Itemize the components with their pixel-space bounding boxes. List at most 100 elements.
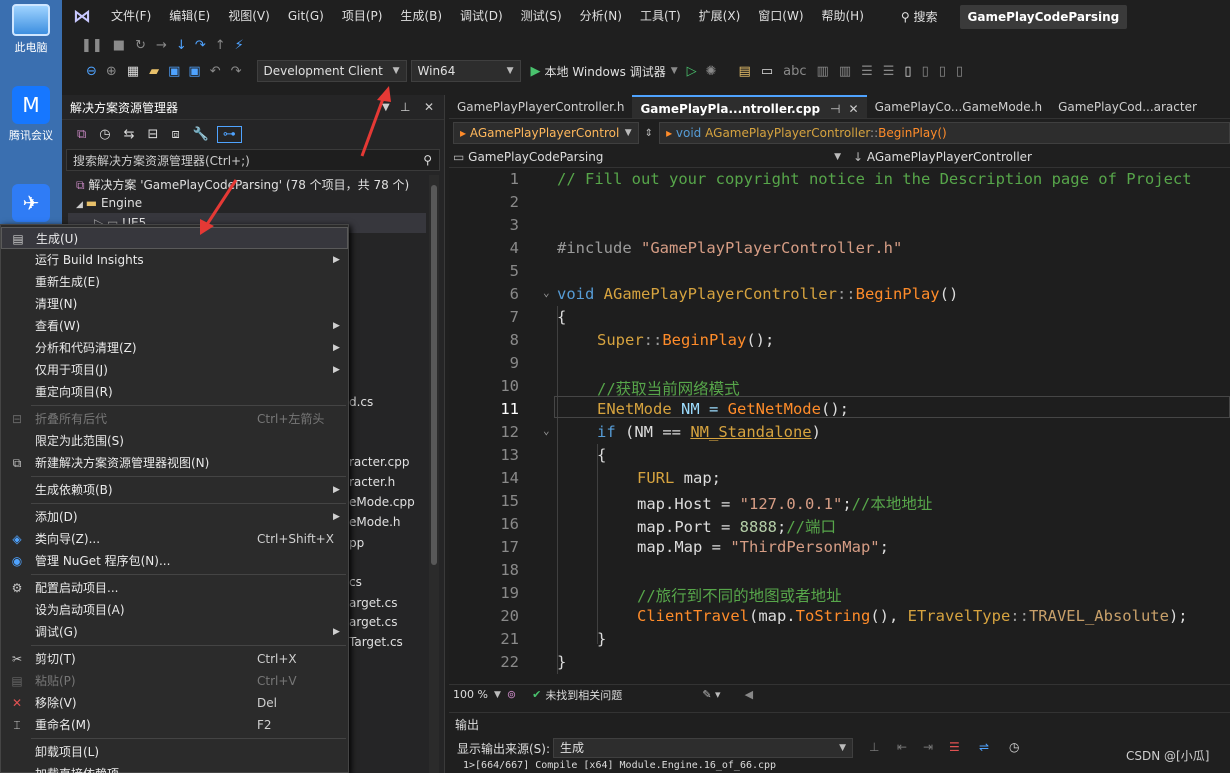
code-line-10: //获取当前网络模式 xyxy=(597,377,740,399)
line-number: 6 xyxy=(509,285,519,303)
word-wrap-icon[interactable]: ⇌ xyxy=(979,740,989,754)
scroll-left-icon[interactable]: ◀ xyxy=(745,688,753,701)
code-punct: } xyxy=(557,653,567,671)
line-number: 22 xyxy=(500,653,519,671)
code-line-22: } xyxy=(557,653,566,671)
class-icon: ▸ xyxy=(460,126,470,140)
indent-guide xyxy=(597,444,598,644)
code-type: AGamePlayPlayerController xyxy=(603,285,837,303)
tab-character[interactable]: GamePlayCod...aracter xyxy=(1050,95,1205,118)
tab-controller-cpp[interactable]: GamePlayPla...ntroller.cpp ⊣ ✕ xyxy=(632,95,867,118)
line-number: 1 xyxy=(509,170,519,188)
copilot-icon[interactable]: ⊚ xyxy=(507,688,516,701)
line-number: 14 xyxy=(500,469,519,487)
code-expr: (NM == xyxy=(615,423,691,441)
output-line: 1>[664/667] Compile [x64] Module.Engine.… xyxy=(463,760,777,771)
editor-tab-strip: GamePlayPlayerController.h GamePlayPla..… xyxy=(449,95,1230,119)
code-string: "ThirdPersonMap" xyxy=(730,538,880,556)
code-expr: map.Map = xyxy=(637,538,731,556)
scope-select[interactable]: ↓ AGamePlayPlayerController xyxy=(853,147,1223,167)
fold-icon[interactable]: ⌄ xyxy=(543,424,550,437)
code-function: ToString xyxy=(795,607,871,625)
code-punct: { xyxy=(557,308,567,326)
csdn-watermark: CSDN @[小瓜] xyxy=(1126,749,1210,763)
code-line-15: map.Host = "127.0.0.1";//本地地址 xyxy=(637,492,932,514)
arrowhead-config xyxy=(377,86,391,102)
code-scope: :: xyxy=(836,285,856,303)
code-line-6: void AGamePlayPlayerController::BeginPla… xyxy=(557,285,958,303)
fold-icon[interactable]: ⌄ xyxy=(543,286,550,299)
line-number: 10 xyxy=(500,377,519,395)
code-line-12: if (NM == NM_Standalone) xyxy=(597,423,821,441)
clear-all-icon[interactable]: ☰ xyxy=(949,740,960,754)
code-type: FURL xyxy=(637,469,675,487)
code-punct: ); xyxy=(1168,607,1188,625)
zoom-level[interactable]: 100 % xyxy=(453,688,488,701)
arrow-to-config xyxy=(360,95,386,157)
code-keyword: void xyxy=(557,285,595,303)
chevron-down-icon: ▼ xyxy=(624,128,632,138)
method-icon: ▸ xyxy=(666,126,676,140)
line-number: 4 xyxy=(509,239,519,257)
code-line-16: map.Port = 8888;//端口 xyxy=(637,515,836,537)
code-type: ETravelType xyxy=(907,607,1011,625)
member-class: AGamePlayPlayerController xyxy=(705,126,871,140)
chevron-down-icon[interactable]: ▼ xyxy=(494,690,501,700)
output-panel: 输出 显示输出来源(S): 生成 ▼ ⊥ ⇤ ⇥ ☰ ⇌ ◷ 1>[664/66… xyxy=(449,712,1230,773)
issues-status[interactable]: 未找到相关问题 xyxy=(545,687,622,703)
code-enum: TRAVEL_Absolute xyxy=(1028,607,1169,625)
line-number: 3 xyxy=(509,216,519,234)
editor-status-bar: 100 % ▼ ⊚ ✔ 未找到相关问题 ✎ ▾ ◀ xyxy=(449,684,1230,704)
member-sep: :: xyxy=(870,126,879,140)
code-punct: ) xyxy=(811,423,821,441)
code-enum: NM_Standalone xyxy=(690,423,812,441)
code-string: "GamePlayPlayerController.h" xyxy=(641,239,903,257)
class-navigator-select[interactable]: ▸ AGamePlayPlayerControl ▼ xyxy=(453,122,639,144)
code-string: "127.0.0.1" xyxy=(739,495,843,513)
code-line-21: } xyxy=(597,630,606,648)
project-icon: ▭ xyxy=(453,149,469,164)
code-punct: (); xyxy=(746,331,775,349)
pin-icon[interactable]: ⊣ xyxy=(830,102,840,116)
navigator-updown-icon[interactable]: ⇕ xyxy=(645,128,653,139)
output-source-label: 显示输出来源(S): xyxy=(457,742,551,756)
code-line-19: //旅行到不同的地图或者地址 xyxy=(637,584,842,606)
code-type: ENetMode xyxy=(597,400,672,418)
code-punct: () xyxy=(939,285,959,303)
output-source-select[interactable]: 生成 ▼ xyxy=(553,738,853,758)
code-line-20: ClientTravel(map.ToString(), ETravelType… xyxy=(637,607,1188,625)
tab-controller-h[interactable]: GamePlayPlayerController.h xyxy=(449,95,632,118)
code-editor[interactable]: 1 2 3 4 5 6 7 8 9 10 11 12 13 14 15 16 1… xyxy=(449,168,1230,684)
prev-message-icon[interactable]: ⇤ xyxy=(897,740,907,754)
code-line-4: #include "GamePlayPlayerController.h" xyxy=(557,239,902,257)
close-icon[interactable]: ✕ xyxy=(849,102,859,116)
member-navigator-select[interactable]: ▸ void AGamePlayPlayerController::BeginP… xyxy=(659,122,1230,144)
scope-bar: ▭ GamePlayCodeParsing ▼ ↓ AGamePlayPlaye… xyxy=(449,146,1230,168)
line-number: 21 xyxy=(500,630,519,648)
line-number: 15 xyxy=(500,492,519,510)
code-cleanup-icon[interactable]: ✎ ▾ xyxy=(702,688,720,701)
tab-gamemode-h[interactable]: GamePlayCo...GameMode.h xyxy=(867,95,1051,118)
find-message-icon[interactable]: ⊥ xyxy=(869,740,879,754)
line-number: 2 xyxy=(509,193,519,211)
code-scope: :: xyxy=(643,331,663,349)
code-comment: //获取当前网络模式 xyxy=(597,380,740,398)
code-expr: map.Port = xyxy=(637,518,740,536)
clock-icon[interactable]: ◷ xyxy=(1009,740,1019,754)
next-message-icon[interactable]: ⇥ xyxy=(923,740,933,754)
code-punct: (), xyxy=(870,607,908,625)
code-comment: //旅行到不同的地图或者地址 xyxy=(637,587,842,605)
code-type: Super xyxy=(597,331,644,349)
project-scope-select[interactable]: ▭ GamePlayCodeParsing ▼ xyxy=(453,147,847,167)
code-expr: map.Host = xyxy=(637,495,740,513)
line-number: 7 xyxy=(509,308,519,326)
tab-label: GamePlayPla...ntroller.cpp xyxy=(640,102,821,116)
line-number: 8 xyxy=(509,331,519,349)
scope-arrow-icon: ↓ xyxy=(853,149,867,164)
code-keyword: if xyxy=(597,423,616,441)
line-number-current: 11 xyxy=(500,400,519,418)
arrowhead-build xyxy=(200,219,214,235)
output-title: 输出 xyxy=(455,718,480,732)
code-line-13: { xyxy=(597,446,606,464)
code-function: BeginPlay xyxy=(662,331,747,349)
